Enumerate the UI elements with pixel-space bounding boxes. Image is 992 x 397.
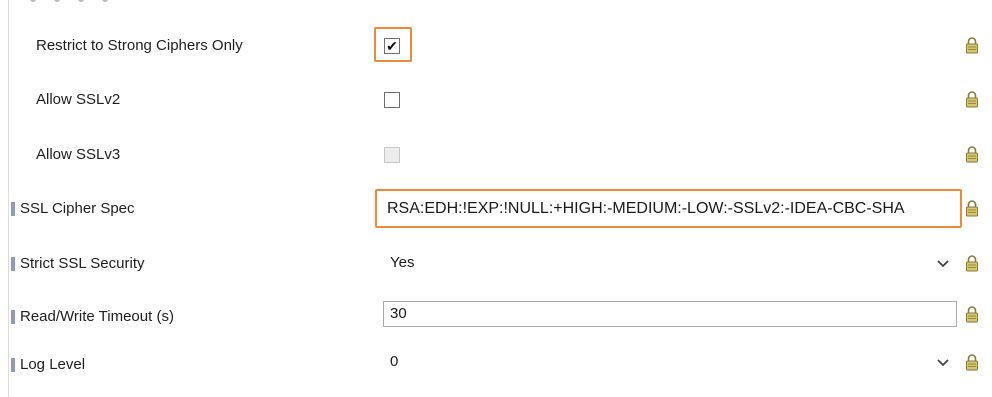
chevron-down-icon[interactable] bbox=[936, 355, 950, 369]
setting-label: Strict SSL Security bbox=[20, 255, 145, 272]
setting-row-read-write-timeout: Read/Write Timeout (s) 30 bbox=[0, 297, 992, 337]
setting-row-allow-sslv3: Allow SSLv3 bbox=[0, 135, 992, 175]
restrict-strong-ciphers-checkbox[interactable]: ✔ bbox=[384, 38, 400, 54]
lock-icon[interactable] bbox=[965, 254, 979, 272]
strict-ssl-security-select[interactable]: Yes bbox=[383, 250, 957, 276]
lock-icon[interactable] bbox=[965, 199, 979, 217]
select-value: 0 bbox=[390, 353, 399, 370]
setting-row-strict-ssl-security: Strict SSL Security Yes bbox=[0, 244, 992, 284]
checkmark-icon: ✔ bbox=[386, 38, 398, 54]
setting-row-allow-sslv2: Allow SSLv2 bbox=[0, 80, 992, 120]
required-marker bbox=[11, 358, 15, 372]
ssl-cipher-spec-input[interactable]: RSA:EDH:!EXP:!NULL:+HIGH:-MEDIUM:-LOW:-S… bbox=[375, 189, 962, 228]
lock-icon[interactable] bbox=[965, 305, 979, 323]
allow-sslv3-checkbox[interactable] bbox=[384, 147, 400, 163]
setting-label: Restrict to Strong Ciphers Only bbox=[36, 37, 243, 54]
select-value: Yes bbox=[390, 254, 415, 271]
lock-icon[interactable] bbox=[965, 145, 979, 163]
lock-icon[interactable] bbox=[965, 36, 979, 54]
setting-row-ssl-cipher-spec: SSL Cipher Spec RSA:EDH:!EXP:!NULL:+HIGH… bbox=[0, 189, 992, 229]
chevron-down-icon[interactable] bbox=[936, 256, 950, 270]
setting-label: Read/Write Timeout (s) bbox=[20, 308, 174, 325]
setting-label: Allow SSLv3 bbox=[36, 146, 121, 163]
setting-label: Log Level bbox=[20, 356, 86, 373]
read-write-timeout-input[interactable]: 30 bbox=[383, 301, 957, 327]
setting-label: SSL Cipher Spec bbox=[20, 200, 135, 217]
log-level-select[interactable]: 0 bbox=[383, 349, 957, 375]
lock-icon[interactable] bbox=[965, 353, 979, 371]
allow-sslv2-checkbox[interactable] bbox=[384, 92, 400, 108]
required-marker bbox=[11, 202, 15, 216]
required-marker bbox=[11, 257, 15, 271]
setting-row-log-level: Log Level 0 bbox=[0, 345, 992, 385]
lock-icon[interactable] bbox=[965, 90, 979, 108]
required-marker bbox=[11, 310, 15, 324]
setting-label: Allow SSLv2 bbox=[36, 91, 121, 108]
setting-row-restrict-strong-ciphers: Restrict to Strong Ciphers Only ✔ bbox=[0, 26, 992, 66]
cut-off-heading bbox=[30, 0, 180, 4]
